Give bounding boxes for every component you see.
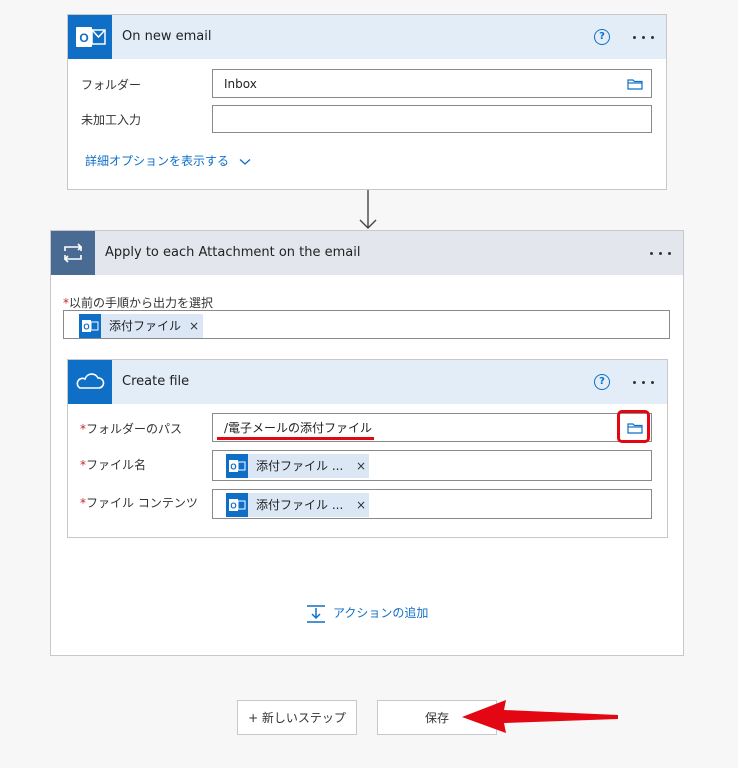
advanced-options-link[interactable]: 詳細オプションを表示する (85, 152, 251, 169)
unprocessed-input-field[interactable] (212, 105, 652, 133)
svg-text:O: O (83, 323, 89, 332)
file-name-label-text: ファイル名 (86, 458, 147, 472)
annotation-arrow-icon (462, 700, 618, 733)
connector-arrow-icon (359, 190, 377, 229)
file-name-label: *ファイル名 (80, 456, 146, 473)
svg-text:O: O (79, 31, 88, 45)
annotation-underline (217, 437, 374, 440)
folder-picker-icon[interactable] (627, 78, 643, 90)
folder-label: フォルダー (81, 78, 142, 92)
folder-value: Inbox (224, 77, 257, 91)
file-content-label-text: ファイル コンテンツ (86, 496, 198, 510)
file-content-field[interactable]: O 添付ファイル ... × (212, 489, 652, 519)
file-content-label: *ファイル コンテンツ (80, 494, 198, 511)
trigger-card: O On new email ? フォルダー Inbox 未加工入力 詳細オプシ… (67, 14, 667, 190)
folder-path-field[interactable]: /電子メールの添付ファイル (212, 410, 652, 443)
advanced-options-label: 詳細オプションを表示する (85, 154, 230, 168)
remove-token-icon[interactable]: × (356, 454, 366, 478)
add-action-button[interactable]: アクションの追加 (305, 601, 428, 625)
loop-title: Apply to each Attachment on the email (105, 245, 361, 260)
create-file-card: Create file ? *フォルダーのパス /電子メールの添付ファイル *フ… (67, 359, 668, 538)
onedrive-icon (68, 360, 112, 404)
folder-path-label-text: フォルダーのパス (86, 422, 183, 436)
remove-token-icon[interactable]: × (356, 493, 366, 517)
file-content-token[interactable]: O 添付ファイル ... × (226, 493, 369, 517)
trigger-header[interactable]: O On new email ? (68, 15, 666, 59)
select-output-label: *以前の手順から出力を選択 (63, 294, 213, 311)
file-content-token-label: 添付ファイル ... (256, 498, 344, 512)
outlook-icon: O (226, 454, 248, 478)
unprocessed-input-label: 未加工入力 (81, 113, 142, 127)
file-name-token-label: 添付ファイル ... (256, 459, 344, 473)
select-output-field[interactable]: O 添付ファイル × (63, 310, 670, 339)
more-options-icon[interactable] (631, 377, 657, 387)
loop-icon (51, 231, 95, 275)
add-action-label: アクションの追加 (333, 606, 429, 620)
new-step-button[interactable]: + 新しいステップ (237, 700, 357, 735)
help-icon[interactable]: ? (594, 29, 610, 45)
help-icon[interactable]: ? (594, 374, 610, 390)
trigger-title: On new email (122, 29, 212, 44)
svg-text:O: O (230, 502, 236, 511)
attachments-token[interactable]: O 添付ファイル × (79, 314, 203, 338)
more-options-icon[interactable] (631, 32, 657, 42)
loop-header[interactable]: Apply to each Attachment on the email (51, 231, 683, 275)
folder-path-label: *フォルダーのパス (80, 420, 182, 437)
create-file-header[interactable]: Create file ? (68, 360, 667, 404)
outlook-icon: O (68, 15, 112, 59)
attachments-token-label: 添付ファイル (109, 319, 182, 333)
folder-field[interactable]: Inbox (212, 69, 652, 98)
remove-token-icon[interactable]: × (189, 314, 199, 338)
file-name-token[interactable]: O 添付ファイル ... × (226, 454, 369, 478)
svg-text:O: O (230, 463, 236, 472)
add-action-icon (307, 604, 325, 623)
file-name-field[interactable]: O 添付ファイル ... × (212, 450, 652, 481)
folder-picker-icon[interactable] (627, 422, 643, 434)
chevron-down-icon (239, 158, 251, 165)
more-options-icon[interactable] (648, 248, 674, 258)
apply-to-each-card: Apply to each Attachment on the email *以… (50, 230, 684, 656)
outlook-icon: O (79, 314, 101, 338)
create-file-title: Create file (122, 374, 190, 389)
outlook-icon: O (226, 493, 248, 517)
select-output-label-text: 以前の手順から出力を選択 (69, 296, 214, 310)
